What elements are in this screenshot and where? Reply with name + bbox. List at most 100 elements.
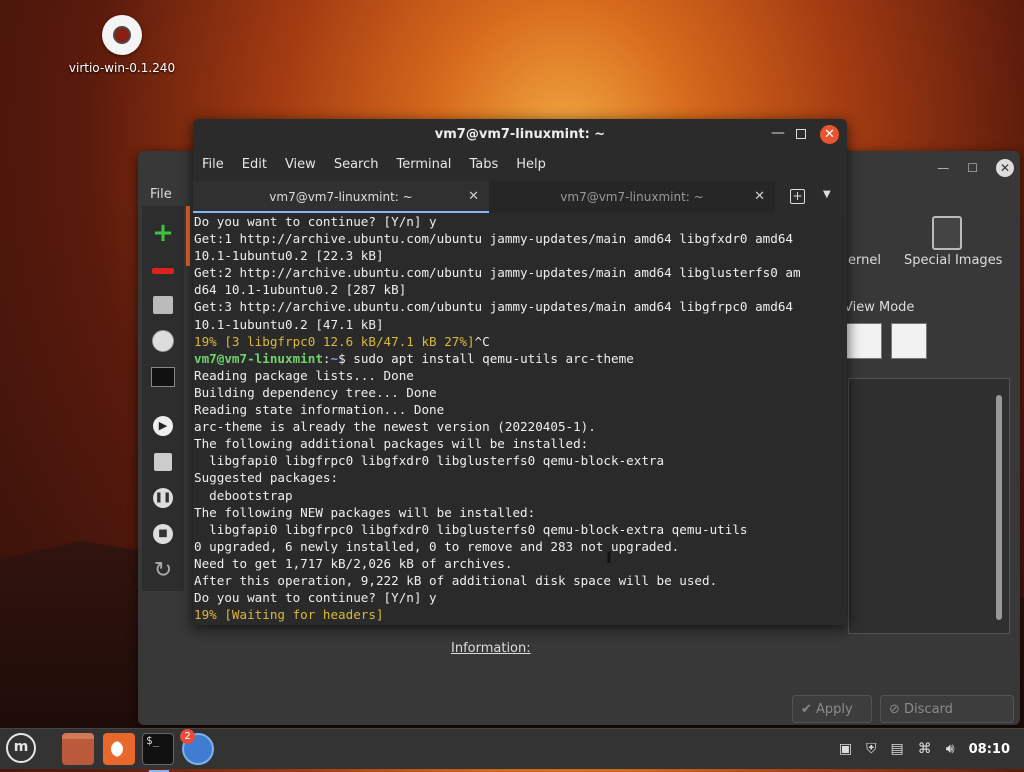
line-text: Do you want to continue? [Y/n] y [194,214,437,229]
save-icon[interactable] [150,452,176,474]
terminal-line: libgfapi0 libgfrpc0 libgfxdr0 libgluster… [194,521,801,538]
terminal-line: arc-theme is already the newest version … [194,418,801,435]
text-cursor-icon: I [606,548,612,567]
bg-minimize-button[interactable]: — [937,161,949,175]
files-launcher[interactable] [62,733,94,765]
special-images-icon[interactable] [932,216,962,250]
new-tab-icon[interactable]: + [790,189,805,204]
terminal-line: After this operation, 9,222 kB of additi… [194,572,801,589]
view-mode-list-option[interactable] [891,323,927,359]
terminal-line: Do you want to continue? [Y/n] y [194,589,801,606]
terminal-line: vm7@vm7-linuxmint:~$ sudo apt install qe… [194,350,801,367]
line-text: libgfapi0 libgfrpc0 libgfxdr0 libgluster… [194,453,665,469]
desktop-icon-virtio-win[interactable]: virtio-win-0.1.240 [62,12,182,75]
terminal-line: The following additional packages will b… [194,435,801,452]
bg-toolbar: + ▶ ❚❚ ■ ↻ [142,206,184,591]
line-text: Suggested packages: [194,470,339,486]
terminal-line: Do you want to continue? [Y/n] y [194,214,801,230]
refresh-icon[interactable]: ↻ [150,560,176,582]
terminal-launcher[interactable]: $_ [142,733,174,772]
volume-icon[interactable]: 🔊︎ [946,741,955,757]
line-text: debootstrap [194,487,293,503]
close-button[interactable]: ✕ [820,125,839,144]
desktop-icon-label: virtio-win-0.1.240 [68,61,176,75]
terminal-window[interactable]: vm7@vm7-linuxmint: ~ — ✕ File Edit View … [193,119,847,625]
taskbar: m $_ ▣ ⛨ ▤ ⌘ 🔊︎ 08:10 [0,728,1024,772]
terminal-line: Building dependency tree... Done [194,384,801,401]
bg-maximize-button[interactable]: ☐ [967,161,978,175]
view-mode-icons-option[interactable] [846,323,882,359]
shield-icon[interactable]: ⛨ [866,741,877,757]
bg-window-controls: — ☐ ✕ [937,159,1014,177]
line-text: Get:3 http://archive.ubuntu.com/ubuntu j… [194,299,793,315]
terminal-line: Get:3 http://archive.ubuntu.com/ubuntu j… [194,298,801,315]
tab-menu-chevron-icon[interactable]: ▼ [823,189,831,200]
tab-1-label: vm7@vm7-linuxmint: ~ [269,190,413,204]
terminal-line: Suggested packages: [194,469,801,486]
terminal-line: d64 10.1-1ubuntu0.2 [287 kB] [194,281,801,298]
terminal-line: Reading state information... Done [194,401,801,418]
tab-2[interactable]: vm7@vm7-linuxmint: ~ ✕ [489,181,775,213]
line-text: arc-theme is already the newest version … [194,419,596,435]
remove-icon[interactable] [150,260,176,282]
clock[interactable]: 08:10 [969,742,1010,757]
apply-button[interactable]: ✔ Apply [792,695,872,723]
line-text: Building dependency tree... Done [194,384,437,400]
line-text: Reading package lists... Done [194,367,414,383]
bg-menu-file[interactable]: File [150,187,172,202]
disc-icon [102,15,142,55]
terminal-line: Need to get 1,717 kB/2,026 kB of archive… [194,555,801,572]
line-text: Do you want to continue? [Y/n] y [194,590,437,606]
terminal-titlebar[interactable]: vm7@vm7-linuxmint: ~ — ✕ [193,119,847,151]
check-icon: ✔ [801,702,817,717]
tab-1-close-icon[interactable]: ✕ [468,181,479,213]
menu-terminal[interactable]: Terminal [387,152,460,178]
network-icon[interactable]: ⌘ [918,741,932,757]
tab-1[interactable]: vm7@vm7-linuxmint: ~ ✕ [193,181,489,213]
line-text: libgfapi0 libgfrpc0 libgfxdr0 libgluster… [194,521,748,537]
terminal-line: 10.1-1ubuntu0.2 [47.1 kB] [194,316,801,333]
images-list[interactable] [848,378,1010,634]
pause-icon[interactable]: ❚❚ [150,488,176,510]
terminal-line: 19% [Waiting for headers] [194,606,801,623]
discard-changes-button[interactable]: ⊘ Discard Changes [880,695,1014,745]
line-suffix: ^C [474,333,490,349]
tab-2-label: vm7@vm7-linuxmint: ~ [560,190,704,204]
terminal-line: 10.1-1ubuntu0.2 [22.3 kB] [194,247,801,264]
terminal-title: vm7@vm7-linuxmint: ~ [434,127,606,142]
terminal-icon[interactable] [150,366,176,388]
images-list-scrollbar[interactable] [996,395,1002,620]
special-images-label[interactable]: Special Images [904,253,1002,268]
clock-icon[interactable] [150,330,176,352]
play-icon[interactable]: ▶ [150,416,176,438]
clipboard-icon[interactable]: ▣ [839,741,852,757]
notification-badge: 2 [180,729,195,744]
line-text: 19% [Waiting for headers] [194,607,384,623]
tab-2-close-icon[interactable]: ✕ [754,181,765,213]
notes-icon[interactable]: ▤ [891,741,904,757]
minimize-button[interactable]: — [771,125,785,141]
terminal-line: debootstrap [194,487,801,504]
line-text: d64 10.1-1ubuntu0.2 [287 kB] [194,282,407,298]
line-text: The following NEW packages will be insta… [194,504,536,520]
menu-help[interactable]: Help [507,152,555,178]
menu-button[interactable]: m [6,733,36,763]
terminal-output[interactable]: Do you want to continue? [Y/n] y Get:1 ht… [193,214,847,625]
disk-icon[interactable] [150,294,176,316]
menu-file[interactable]: File [193,152,233,178]
menu-edit[interactable]: Edit [233,152,276,178]
add-icon[interactable]: + [150,220,176,246]
information-label: Information: [451,641,531,656]
kernel-label[interactable]: ernel [848,253,881,268]
menu-view[interactable]: View [276,152,325,178]
terminal-line: 0 upgraded, 6 newly installed, 0 to remo… [194,538,801,555]
line-text: Get:1 http://archive.ubuntu.com/ubuntu j… [194,231,793,247]
maximize-button[interactable] [796,129,806,139]
bg-close-button[interactable]: ✕ [996,159,1014,177]
menu-search[interactable]: Search [325,152,388,178]
stop-icon[interactable]: ■ [150,524,176,546]
menu-tabs[interactable]: Tabs [460,152,507,178]
line-text: Need to get 1,717 kB/2,026 kB of archive… [194,555,513,571]
firefox-launcher[interactable] [103,733,135,765]
system-tray: ▣ ⛨ ▤ ⌘ 🔊︎ 08:10 [839,741,1010,757]
